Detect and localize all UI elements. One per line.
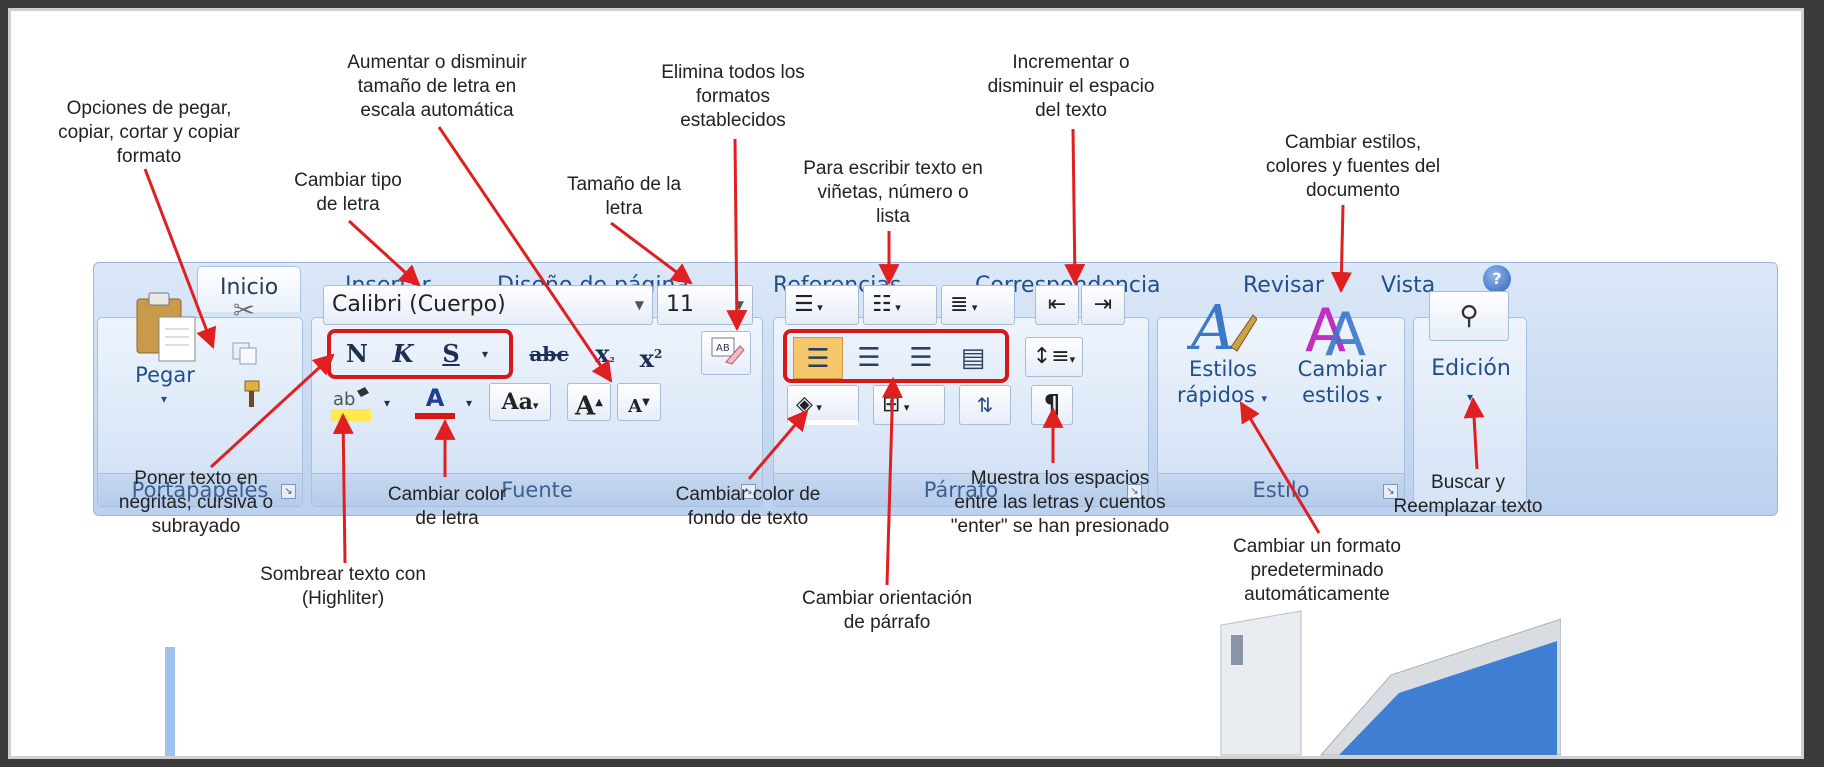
superscript-button[interactable]: x2: [631, 336, 671, 373]
svg-text:ab: ab: [333, 389, 355, 410]
quick-styles-icon[interactable]: A: [1186, 291, 1258, 364]
font-name-combobox[interactable]: Calibri (Cuerpo) ▼: [323, 285, 653, 325]
paste-icon[interactable]: [133, 291, 199, 363]
pilcrow-label: ¶: [1043, 390, 1061, 420]
shading-button[interactable]: ◈ ▾: [787, 385, 859, 425]
find-icon[interactable]: ⚲: [1429, 291, 1509, 341]
annotation-quick-styles: Cambiar un formato predeterminado automá…: [1233, 536, 1401, 605]
font-size-value: 11: [666, 292, 694, 317]
annotation-clear-format: Elimina todos los formatos establecidos: [661, 62, 805, 131]
change-case-button[interactable]: Aa▾: [489, 383, 551, 421]
increase-indent-button[interactable]: ⇥: [1081, 285, 1125, 325]
tab-vista[interactable]: Vista: [1381, 273, 1435, 298]
clear-formatting-button[interactable]: AB: [701, 331, 751, 375]
editing-dropdown-icon[interactable]: ▾: [1455, 385, 1485, 409]
computer-illustration: [1161, 605, 1562, 756]
cut-icon[interactable]: ✂: [233, 295, 255, 326]
grow-font-button[interactable]: A▲: [567, 383, 611, 422]
svg-text:A: A: [1187, 291, 1236, 357]
subscript-button[interactable]: x₂: [585, 336, 625, 372]
chevron-down-icon[interactable]: ▼: [635, 286, 644, 324]
strikethrough-button[interactable]: abc: [523, 336, 575, 372]
annotation-styles: Cambiar estilos, colores y fuentes del d…: [1265, 132, 1441, 201]
annotation-bullets: Para escribir texto en viñetas, número o…: [803, 158, 983, 227]
annotation-indent: Incrementar o disminuir el espacio del t…: [987, 52, 1155, 121]
left-margin-marker: [165, 647, 175, 756]
shrink-font-label: A: [628, 396, 643, 417]
format-painter-icon[interactable]: [233, 379, 263, 409]
help-icon[interactable]: ?: [1483, 265, 1511, 293]
bullets-button[interactable]: ☰ ▾: [785, 285, 859, 325]
highlighter-icon[interactable]: ab: [329, 385, 375, 423]
callout-box-bold-italic-underline: [327, 329, 513, 379]
svg-text:AB: AB: [716, 343, 730, 354]
numbering-button[interactable]: ☷ ▾: [863, 285, 937, 325]
callout-box-alignment: [783, 329, 1009, 383]
annotation-shading: Cambiar color de fondo de texto: [675, 484, 821, 529]
diagram-frame: Opciones de pegar, copiar, cortar y copi…: [8, 8, 1804, 759]
chevron-down-icon[interactable]: ▼: [735, 286, 744, 324]
change-styles-icon[interactable]: AA: [1301, 289, 1385, 370]
sort-button[interactable]: ⇅: [959, 385, 1011, 425]
paste-dropdown-icon[interactable]: ▾: [149, 387, 179, 411]
change-styles-label-2[interactable]: estilos ▾: [1287, 383, 1397, 411]
font-size-combobox[interactable]: 11 ▼: [657, 285, 753, 325]
paste-button-label[interactable]: Pegar: [119, 363, 211, 387]
annotation-paste-options: Opciones de pegar, copiar, cortar y copi…: [58, 98, 240, 167]
arrow-indent: [1064, 128, 1086, 286]
annotation-font-size: Tamaño de la letra: [566, 174, 682, 219]
annotation-font-grow: Aumentar o disminuir tamaño de letra en …: [347, 52, 527, 121]
annotation-show-marks: Muestra los espacios entre las letras y …: [950, 468, 1170, 537]
font-color-dropdown-icon[interactable]: ▾: [459, 385, 479, 421]
show-hide-marks-button[interactable]: ¶: [1031, 385, 1073, 425]
quick-styles-label-1[interactable]: Estilos: [1173, 357, 1273, 381]
line-spacing-button[interactable]: ↕≡▾: [1025, 337, 1083, 377]
shrink-font-button[interactable]: A▼: [617, 383, 661, 421]
annotation-bold-italic: Poner texto en negritas, cursiva o subra…: [118, 468, 274, 537]
editing-button-label[interactable]: Edición: [1415, 357, 1527, 381]
svg-text:A: A: [1325, 300, 1366, 359]
annotation-find-replace: Buscar y Reemplazar texto: [1393, 472, 1543, 517]
annotation-alignment: Cambiar orientación de párrafo: [801, 588, 973, 633]
decrease-indent-button[interactable]: ⇤: [1035, 285, 1079, 325]
font-name-value: Calibri (Cuerpo): [332, 292, 506, 317]
change-case-label: Aa: [501, 389, 533, 415]
quick-styles-label-2[interactable]: rápidos ▾: [1167, 383, 1277, 411]
grow-font-label: A: [575, 391, 596, 422]
change-styles-label-1[interactable]: Cambiar: [1287, 357, 1397, 381]
copy-icon[interactable]: [231, 341, 259, 365]
annotation-font-type: Cambiar tipo de letra: [294, 170, 402, 215]
highlight-dropdown-icon[interactable]: ▾: [377, 385, 397, 421]
font-color-button[interactable]: A: [415, 383, 455, 419]
borders-button[interactable]: ⊞ ▾: [873, 385, 945, 425]
multilevel-list-button[interactable]: ≣ ▾: [941, 285, 1015, 325]
annotation-font-color: Cambiar color de letra: [387, 484, 507, 529]
annotation-highlight: Sombrear texto con (Highliter): [260, 564, 426, 609]
